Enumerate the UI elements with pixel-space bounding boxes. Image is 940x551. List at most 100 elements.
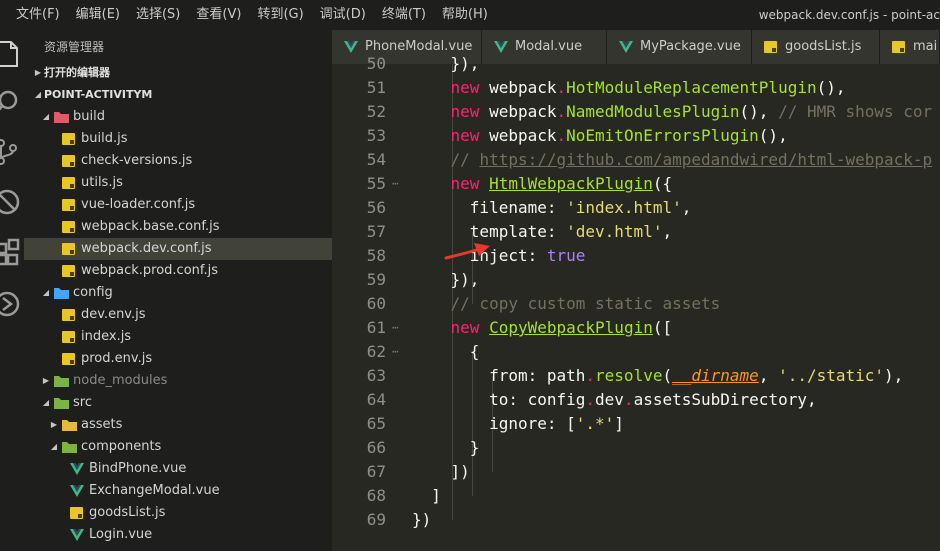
menu-item[interactable]: 调试(D) — [312, 0, 374, 30]
code-text: { — [412, 340, 480, 364]
js-file-icon — [62, 221, 75, 233]
code-token: , — [758, 366, 779, 385]
folder-icon — [54, 397, 69, 409]
tree-folder[interactable]: ▶ assets — [24, 414, 332, 436]
code-text: ] — [412, 484, 441, 508]
tree-file[interactable]: webpack.prod.conf.js — [24, 260, 332, 282]
tree-item-label: Login.vue — [89, 527, 153, 542]
open-editors-header[interactable]: ▶ 打开的编辑器 — [24, 62, 332, 84]
tree-item-label: BindPhone.vue — [89, 461, 187, 476]
tree-folder[interactable]: ◢ components — [24, 436, 332, 458]
code-line: 64 to: config.dev.assetsSubDirectory, — [332, 388, 940, 412]
fold-icon[interactable]: ⋯ — [392, 340, 399, 364]
line-number: 59 — [366, 270, 386, 289]
line-number: 68 — [366, 486, 386, 505]
menu-bar: 文件(F) 编辑(E) 选择(S) 查看(V) 转到(G) 调试(D) 终端(T) 帮助(H) — [0, 0, 496, 30]
menu-item[interactable]: 文件(F) — [8, 0, 68, 30]
code-token: CopyWebpackPlugin — [489, 318, 653, 337]
code-area[interactable]: 50 }), 51 new webpack.HotModuleReplacemen… — [332, 54, 940, 551]
tree-file[interactable]: webpack.base.conf.js — [24, 216, 332, 238]
line-number: 62 — [366, 342, 386, 361]
js-file-icon — [70, 507, 83, 519]
tree-folder[interactable]: ▶ node_modules — [24, 370, 332, 392]
extensions-icon[interactable] — [0, 236, 23, 268]
code-text: inject: true — [412, 244, 586, 268]
source-control-icon[interactable] — [0, 136, 23, 168]
tree-file[interactable]: index.js — [24, 326, 332, 348]
tree-file[interactable]: check-versions.js — [24, 150, 332, 172]
menu-item[interactable]: 帮助(H) — [434, 0, 496, 30]
code-line: 57 template: 'dev.html', — [332, 220, 940, 244]
code-token: NoEmitOnErrorsPlugin — [566, 126, 759, 145]
code-text: from: path.resolve(__dirname, '../static… — [412, 364, 903, 388]
code-line: 58 inject: true — [332, 244, 940, 268]
line-number: 61 — [366, 318, 386, 337]
code-token: HotModuleReplacementPlugin — [566, 78, 817, 97]
code-token: dev — [595, 390, 624, 409]
menu-item[interactable]: 编辑(E) — [68, 0, 128, 30]
js-file-icon — [62, 331, 75, 343]
fold-icon[interactable]: ⋯ — [392, 316, 399, 340]
menu-item[interactable]: 选择(S) — [128, 0, 188, 30]
code-token: https://github.com/ampedandwired/html-we… — [479, 150, 933, 169]
remote-icon[interactable] — [0, 288, 23, 320]
code-token: // — [412, 150, 480, 169]
line-number: 52 — [366, 102, 386, 121]
menu-item[interactable]: 终端(T) — [374, 0, 434, 30]
folder-icon — [54, 375, 69, 387]
open-editors-label: 打开的编辑器 — [44, 66, 110, 79]
code-token: template: — [412, 222, 567, 241]
code-token: } — [412, 438, 480, 457]
tree-item-label: webpack.dev.conf.js — [81, 241, 212, 256]
code-line: 55 ⋯ new HtmlWebpackPlugin({ — [332, 172, 940, 196]
search-icon[interactable] — [0, 86, 23, 118]
tree-folder[interactable]: ◢ src — [24, 392, 332, 414]
code-text: }) — [412, 508, 431, 532]
line-number: 67 — [366, 462, 386, 481]
line-number: 51 — [366, 78, 386, 97]
code-token: new — [450, 78, 480, 97]
tree-file[interactable]: build.js — [24, 128, 332, 150]
code-token: }), — [412, 270, 480, 289]
tree-folder[interactable]: ◢ config — [24, 282, 332, 304]
tree-item-label: config — [73, 285, 113, 300]
code-text: to: config.dev.assetsSubDirectory, — [412, 388, 817, 412]
code-token: , — [662, 222, 673, 241]
code-text: } — [412, 436, 480, 460]
folder-icon — [54, 111, 69, 123]
tree-file[interactable]: ExchangeModal.vue — [24, 480, 332, 502]
code-text: new webpack.NamedModulesPlugin(), // HMR… — [412, 100, 933, 124]
tree-file[interactable]: goodsList.js — [24, 502, 332, 524]
code-token: ), — [884, 366, 904, 385]
menu-item[interactable]: 查看(V) — [188, 0, 249, 30]
tree-file[interactable]: prod.env.js — [24, 348, 332, 370]
chevron-down-icon: ◢ — [34, 90, 42, 99]
code-line: 52 new webpack.NamedModulesPlugin(), // … — [332, 100, 940, 124]
code-token: ([ — [652, 318, 673, 337]
chevron-down-icon: ◢ — [42, 288, 50, 297]
tree-file[interactable]: webpack.dev.conf.js — [24, 238, 332, 260]
code-line: 67 ]) — [332, 460, 940, 484]
js-file-icon — [62, 309, 75, 321]
menu-item[interactable]: 转到(G) — [249, 0, 311, 30]
code-line: 63 from: path.resolve(__dirname, '../sta… — [332, 364, 940, 388]
tree-file[interactable]: vue-loader.conf.js — [24, 194, 332, 216]
tree-item-label: goodsList.js — [89, 505, 166, 520]
js-file-icon — [62, 265, 75, 277]
tree-file[interactable]: utils.js — [24, 172, 332, 194]
explorer-icon[interactable] — [0, 38, 23, 70]
tree-folder[interactable]: ◢ build — [24, 106, 332, 128]
tree-item-label: assets — [81, 417, 123, 432]
tree-file[interactable]: BindPhone.vue — [24, 458, 332, 480]
code-token: ignore: [ — [412, 414, 576, 433]
code-token: '.*' — [575, 414, 615, 433]
debug-icon[interactable] — [0, 186, 23, 218]
project-header[interactable]: ◢ POINT-ACTIVITYM — [24, 84, 332, 106]
code-line: 51 new webpack.HotModuleReplacementPlugi… — [332, 76, 940, 100]
tree-file[interactable]: dev.env.js — [24, 304, 332, 326]
tree-file[interactable]: Login.vue — [24, 524, 332, 546]
code-line: 66 } — [332, 436, 940, 460]
code-token: webpack — [479, 78, 557, 97]
fold-icon[interactable]: ⋯ — [392, 172, 399, 196]
